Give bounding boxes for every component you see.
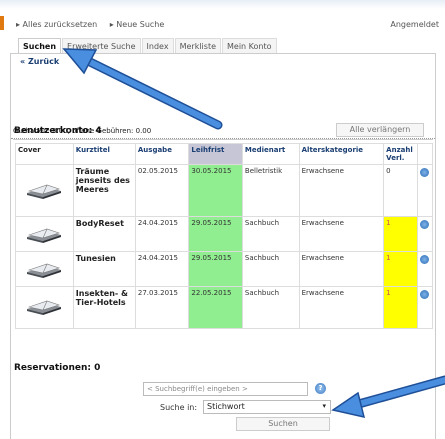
- renew-icon: [420, 220, 430, 229]
- col-alterskategorie[interactable]: Alterskategorie: [298, 143, 385, 165]
- search-button[interactable]: Suchen: [236, 417, 330, 431]
- renew-button[interactable]: [416, 164, 434, 217]
- cell-ausgabe: 27.03.2015: [134, 286, 190, 329]
- renew-all-button[interactable]: Alle verlängern: [336, 123, 424, 137]
- renew-button[interactable]: [416, 286, 434, 329]
- cell-alterskategorie: Erwachsene: [298, 216, 385, 252]
- tab-erweiterte-suche[interactable]: Erweiterte Suche: [62, 38, 141, 53]
- book-cover[interactable]: [15, 216, 74, 252]
- cell-leihfrist: 30.05.2015: [188, 164, 243, 217]
- book-cover[interactable]: [15, 251, 74, 287]
- renew-icon: [420, 255, 430, 264]
- reservations-title: Reservationen: 0: [14, 363, 101, 373]
- col-action: [416, 143, 434, 165]
- cell-alterskategorie: Erwachsene: [298, 251, 385, 287]
- top-bar: ▸ Alles zurücksetzen ▸ Neue Suche Angeme…: [0, 0, 445, 38]
- top-strip: [0, 0, 445, 9]
- table-row: BodyReset 24.04.2015 29.05.2015 Sachbuch…: [15, 216, 434, 252]
- open-book-icon: [27, 228, 62, 243]
- help-icon[interactable]: ?: [315, 383, 326, 394]
- accent-bar: [0, 16, 4, 30]
- search-in-select[interactable]: Stichwort ▾: [203, 400, 331, 414]
- cell-medienart: Sachbuch: [241, 286, 300, 329]
- col-medienart[interactable]: Medienart: [241, 143, 300, 165]
- cell-leihfrist: 29.05.2015: [188, 251, 243, 287]
- tab-mein-konto[interactable]: Mein Konto: [222, 38, 277, 53]
- renew-button[interactable]: [416, 251, 434, 287]
- top-links: ▸ Alles zurücksetzen ▸ Neue Suche: [16, 20, 174, 29]
- renew-button[interactable]: [416, 216, 434, 252]
- renew-icon: [420, 290, 430, 299]
- cell-ausgabe: 02.05.2015: [134, 164, 190, 217]
- account-divider: [13, 139, 433, 140]
- cell-anzahl: 1: [383, 251, 418, 287]
- cell-medienart: Sachbuch: [241, 216, 300, 252]
- tab-bar: Suchen Erweiterte Suche Index Merkliste …: [18, 38, 278, 54]
- cell-anzahl: 0: [383, 164, 418, 217]
- account-title: Benutzerkonto: 4: [14, 126, 102, 136]
- cell-anzahl: 1: [383, 286, 418, 329]
- table-row: Träume jenseits des Meeres 02.05.2015 30…: [15, 164, 434, 217]
- renew-icon: [420, 168, 430, 177]
- title-link[interactable]: BodyReset: [72, 216, 136, 252]
- back-link[interactable]: « Zurück: [20, 57, 59, 66]
- col-leihfrist[interactable]: Leihfrist: [188, 143, 243, 165]
- cell-anzahl: 1: [383, 216, 418, 252]
- title-link[interactable]: Insekten- & Tier-Hotels: [72, 286, 136, 329]
- login-label[interactable]: Angemeldet: [390, 20, 439, 29]
- table-row: Tunesien 24.04.2015 29.05.2015 Sachbuch …: [15, 251, 434, 287]
- new-search-link[interactable]: ▸ Neue Suche: [110, 20, 165, 29]
- book-cover[interactable]: [15, 286, 74, 329]
- cell-ausgabe: 24.04.2015: [134, 216, 190, 252]
- tab-index[interactable]: Index: [141, 38, 174, 53]
- search-in-label: Suche in:: [160, 403, 198, 412]
- search-input[interactable]: < Suchbegriff(e) eingeben >: [143, 382, 308, 396]
- search-in-value: Stichwort: [207, 402, 245, 411]
- open-book-icon: [27, 184, 62, 199]
- col-anzahl-verl[interactable]: Anzahl Verl.: [383, 143, 418, 165]
- col-ausgabe[interactable]: Ausgabe: [134, 143, 190, 165]
- reset-all-link[interactable]: ▸ Alles zurücksetzen: [16, 20, 97, 29]
- loans-table: Cover Kurztitel Ausgabe Leihfrist Medien…: [15, 143, 434, 329]
- tab-merkliste[interactable]: Merkliste: [174, 38, 221, 53]
- col-cover: Cover: [15, 143, 74, 165]
- cell-medienart: Belletristik: [241, 164, 300, 217]
- cell-alterskategorie: Erwachsene: [298, 164, 385, 217]
- book-cover[interactable]: [15, 164, 74, 217]
- cell-medienart: Sachbuch: [241, 251, 300, 287]
- tab-suchen[interactable]: Suchen: [18, 38, 62, 53]
- open-book-icon: [27, 300, 62, 315]
- col-kurztitel[interactable]: Kurztitel: [72, 143, 136, 165]
- cell-leihfrist: 22.05.2015: [188, 286, 243, 329]
- title-link[interactable]: Tunesien: [72, 251, 136, 287]
- cell-alterskategorie: Erwachsene: [298, 286, 385, 329]
- chevron-down-icon: ▾: [322, 402, 326, 410]
- table-row: Insekten- & Tier-Hotels 27.03.2015 22.05…: [15, 286, 434, 329]
- open-book-icon: [27, 263, 62, 278]
- cell-ausgabe: 24.04.2015: [134, 251, 190, 287]
- cell-leihfrist: 29.05.2015: [188, 216, 243, 252]
- title-link[interactable]: Träume jenseits des Meeres: [72, 164, 136, 217]
